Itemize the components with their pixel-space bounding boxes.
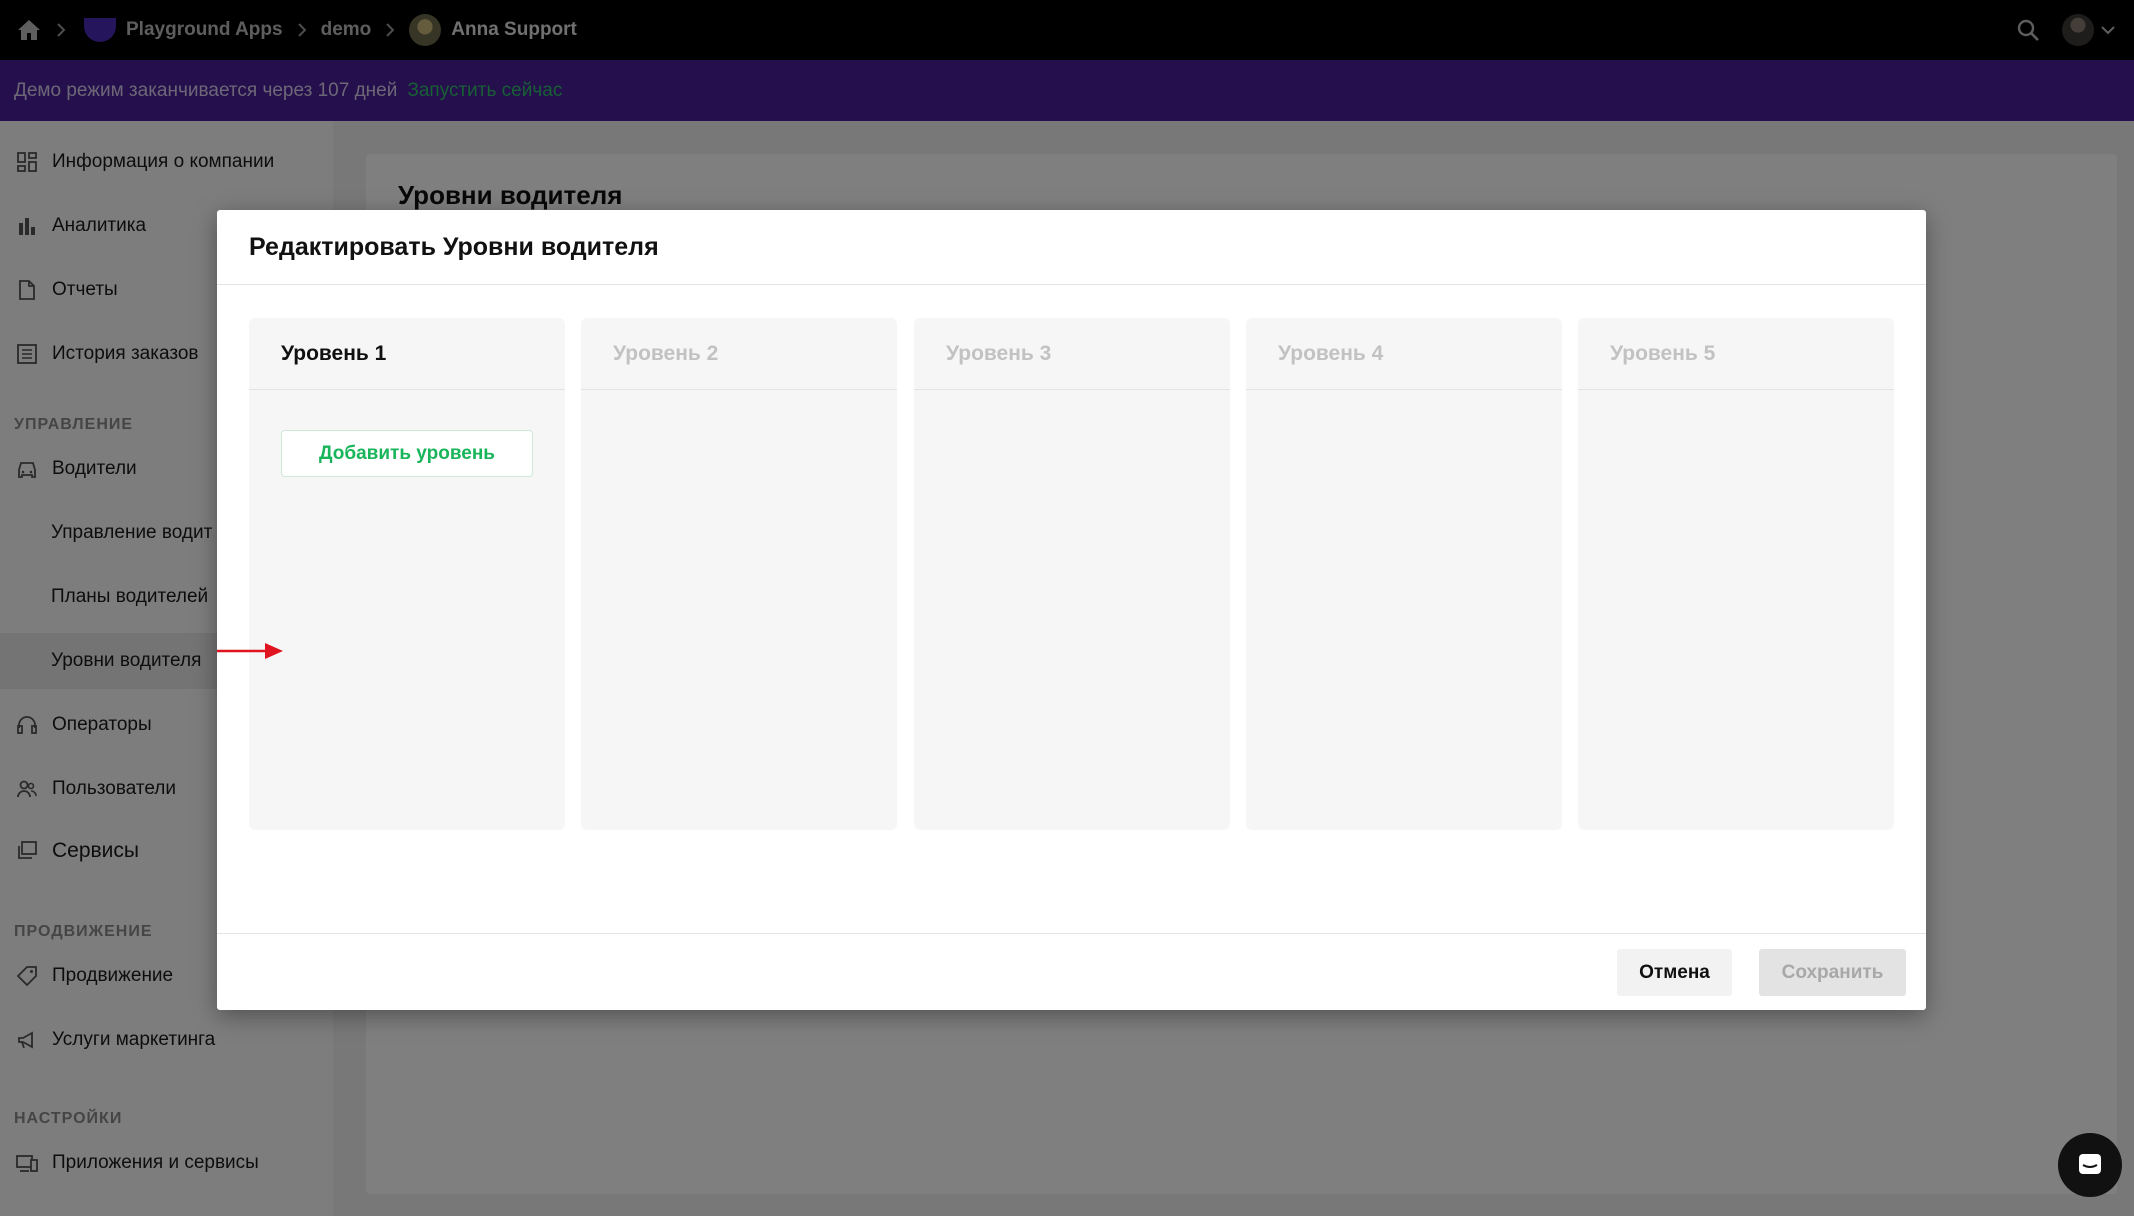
level-column-1: Уровень 1 Добавить уровень bbox=[249, 318, 565, 830]
level-column-header: Уровень 4 bbox=[1246, 318, 1562, 390]
level-column-title[interactable]: Уровень 4 bbox=[1278, 342, 1383, 366]
level-column-title[interactable]: Уровень 1 bbox=[281, 342, 386, 366]
save-button[interactable]: Сохранить bbox=[1759, 949, 1906, 996]
level-column-4: Уровень 4 bbox=[1246, 318, 1562, 830]
add-level-button[interactable]: Добавить уровень bbox=[281, 430, 533, 477]
dialog-title: Редактировать Уровни водителя bbox=[249, 233, 659, 261]
level-column-header: Уровень 1 bbox=[249, 318, 565, 390]
dialog-footer: Отмена Сохранить bbox=[217, 933, 1926, 1010]
level-column-title[interactable]: Уровень 2 bbox=[613, 342, 718, 366]
level-column-header: Уровень 3 bbox=[914, 318, 1230, 390]
chat-launcher-button[interactable] bbox=[2058, 1133, 2122, 1197]
chat-icon bbox=[2076, 1151, 2104, 1179]
level-column-3: Уровень 3 bbox=[914, 318, 1230, 830]
level-column-5: Уровень 5 bbox=[1578, 318, 1894, 830]
cancel-button[interactable]: Отмена bbox=[1617, 949, 1732, 996]
level-column-header: Уровень 5 bbox=[1578, 318, 1894, 390]
edit-driver-levels-dialog: Редактировать Уровни водителя Уровень 1 … bbox=[217, 210, 1926, 1010]
annotation-arrow-icon bbox=[217, 643, 283, 659]
level-columns: Уровень 1 Добавить уровень Уровень 2 Уро… bbox=[249, 318, 1894, 830]
level-column-header: Уровень 2 bbox=[581, 318, 897, 390]
dialog-header: Редактировать Уровни водителя bbox=[217, 210, 1926, 285]
level-column-title[interactable]: Уровень 5 bbox=[1610, 342, 1715, 366]
level-column-title[interactable]: Уровень 3 bbox=[946, 342, 1051, 366]
level-column-2: Уровень 2 bbox=[581, 318, 897, 830]
